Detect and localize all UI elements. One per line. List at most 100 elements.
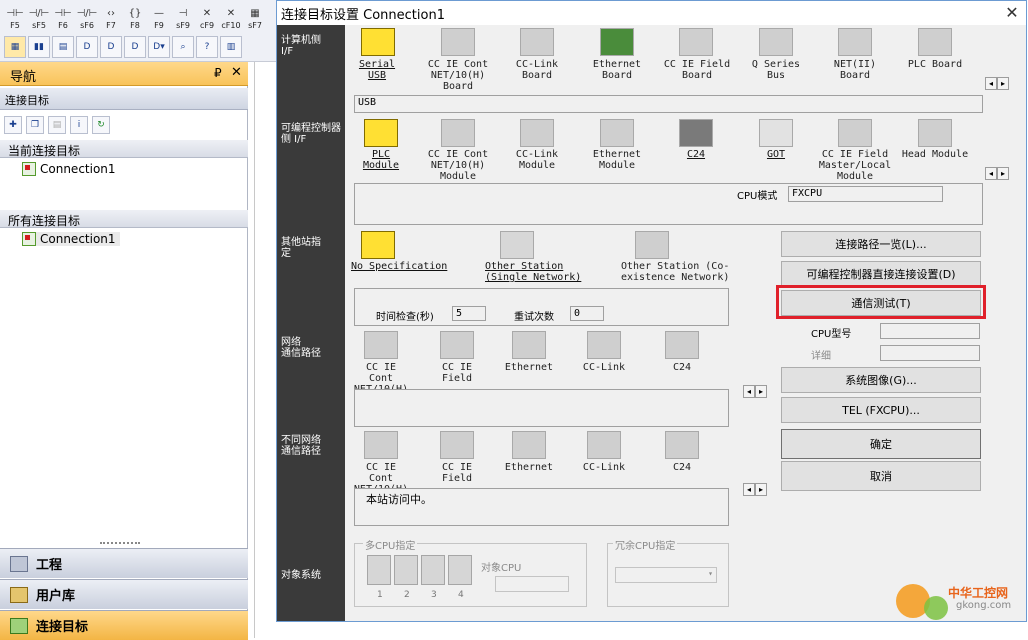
comm-test-button[interactable]: 通信测试(T): [781, 290, 981, 316]
fkey-cf10-button[interactable]: ✕ cF10: [220, 4, 242, 30]
scroll-right-icon[interactable]: ▸: [755, 483, 767, 496]
module-icon[interactable]: ▮▮: [28, 36, 50, 58]
ethernet-module-label[interactable]: Ethernet Module: [585, 149, 649, 171]
close-icon[interactable]: ✕: [231, 65, 242, 80]
network-route-item-label-3[interactable]: Ethernet: [500, 362, 558, 373]
fkey-sf9-button[interactable]: ⊣ sF9: [172, 4, 194, 30]
fkey-f5-button[interactable]: ⊣⊢ F5: [4, 4, 26, 30]
cpu-slot-2[interactable]: [394, 555, 418, 585]
net-ii-board-icon[interactable]: [838, 28, 872, 56]
pc-if-scroll-arrows[interactable]: ◂ ▸: [985, 77, 1009, 90]
cc-link-module-icon[interactable]: [520, 119, 554, 147]
serial-usb-icon[interactable]: [361, 28, 395, 56]
cc-link-module-label[interactable]: CC-Link Module: [505, 149, 569, 171]
ethernet-board-icon[interactable]: [600, 28, 634, 56]
fkey-f7-button[interactable]: ‹› F7: [100, 4, 122, 30]
no-specification-label[interactable]: No Specification: [351, 261, 451, 272]
fkey-f6-button[interactable]: ⊣⊢ F6: [52, 4, 74, 30]
ok-button[interactable]: 确定: [781, 429, 981, 459]
serial-usb-label[interactable]: Serial USB: [347, 59, 407, 81]
plc-module-label[interactable]: PLC Module: [353, 149, 409, 171]
plc-module-icon[interactable]: [364, 119, 398, 147]
cc-ie-field-board-icon[interactable]: [679, 28, 713, 56]
cc-ie-field-master-label[interactable]: CC IE Field Master/Local Module: [815, 149, 895, 182]
got-label[interactable]: GOT: [753, 149, 799, 160]
settings-icon[interactable]: ▥: [220, 36, 242, 58]
cc-ie-cont-board-label[interactable]: CC IE Cont NET/10(H) Board: [423, 59, 493, 92]
other-station-coexist-label[interactable]: Other Station (Co-existence Network): [621, 261, 755, 283]
device-icon-1[interactable]: D: [76, 36, 98, 58]
network-route-item-icon-2[interactable]: [440, 331, 474, 359]
network-route-item-label-4[interactable]: CC-Link: [575, 362, 633, 373]
diff-network-item-label-4[interactable]: CC-Link: [575, 462, 633, 473]
scroll-left-icon[interactable]: ◂: [985, 77, 997, 90]
find-icon[interactable]: ⌕: [172, 36, 194, 58]
fkey-sf6-button[interactable]: ⊣/⊢ sF6: [76, 4, 98, 30]
cc-ie-field-master-icon[interactable]: [838, 119, 872, 147]
plc-if-scroll-arrows[interactable]: ◂ ▸: [985, 167, 1009, 180]
other-station-single-icon[interactable]: [500, 231, 534, 259]
diff-network-item-label-2[interactable]: CC IE Field: [428, 462, 486, 484]
refresh-icon[interactable]: ↻: [92, 116, 110, 134]
cpu-mode-field[interactable]: FXCPU: [788, 186, 943, 202]
cc-ie-field-board-label[interactable]: CC IE Field Board: [661, 59, 733, 81]
cc-link-board-label[interactable]: CC-Link Board: [505, 59, 569, 81]
diff-network-scroll-arrows[interactable]: ◂ ▸: [743, 483, 767, 496]
diff-network-item-icon-3[interactable]: [512, 431, 546, 459]
direct-connection-button[interactable]: 可编程控制器直接连接设置(D): [781, 261, 981, 287]
pc-if-detail-field[interactable]: USB: [354, 95, 983, 113]
help-icon[interactable]: ?: [196, 36, 218, 58]
cpu-slot-1[interactable]: [367, 555, 391, 585]
diff-network-item-label-3[interactable]: Ethernet: [500, 462, 558, 473]
info-icon[interactable]: i: [70, 116, 88, 134]
pin-icon[interactable]: ₽: [214, 66, 222, 80]
cc-ie-cont-board-icon[interactable]: [441, 28, 475, 56]
scroll-right-icon[interactable]: ▸: [997, 167, 1009, 180]
fkey-f8-button[interactable]: {} F8: [124, 4, 146, 30]
fkey-cf9-button[interactable]: ✕ cF9: [196, 4, 218, 30]
diff-network-item-label-5[interactable]: C24: [653, 462, 711, 473]
retry-count-field[interactable]: 0: [570, 306, 604, 321]
network-route-item-icon-4[interactable]: [587, 331, 621, 359]
c24-icon[interactable]: [679, 119, 713, 147]
cpu-slot-3[interactable]: [421, 555, 445, 585]
diff-network-item-icon-4[interactable]: [587, 431, 621, 459]
all-connection-item[interactable]: Connection1: [22, 232, 120, 246]
scroll-left-icon[interactable]: ◂: [743, 385, 755, 398]
device-icon-3[interactable]: D: [124, 36, 146, 58]
ethernet-board-label[interactable]: Ethernet Board: [585, 59, 649, 81]
new-connection-icon[interactable]: ✚: [4, 116, 22, 134]
monitor-icon[interactable]: ▤: [52, 36, 74, 58]
diff-network-item-icon-5[interactable]: [665, 431, 699, 459]
no-specification-icon[interactable]: [361, 231, 395, 259]
cancel-button[interactable]: 取消: [781, 461, 981, 491]
tel-button[interactable]: TEL (FXCPU)...: [781, 397, 981, 423]
system-image-button[interactable]: 系统图像(G)...: [781, 367, 981, 393]
plc-board-icon[interactable]: [918, 28, 952, 56]
tab-project[interactable]: 工程: [0, 548, 248, 578]
network-route-scroll-arrows[interactable]: ◂ ▸: [743, 385, 767, 398]
fkey-sf5-button[interactable]: ⊣/⊢ sF5: [28, 4, 50, 30]
network-route-item-label-5[interactable]: C24: [653, 362, 711, 373]
other-station-coexist-icon[interactable]: [635, 231, 669, 259]
network-route-item-icon-1[interactable]: [364, 331, 398, 359]
fkey-sf7-button[interactable]: ▦ sF7: [244, 4, 266, 30]
scroll-left-icon[interactable]: ◂: [985, 167, 997, 180]
device-batch-icon[interactable]: D▾: [148, 36, 170, 58]
head-module-label[interactable]: Head Module: [897, 149, 973, 160]
cc-ie-cont-module-icon[interactable]: [441, 119, 475, 147]
tab-user-library[interactable]: 用户库: [0, 579, 248, 609]
ethernet-module-icon[interactable]: [600, 119, 634, 147]
splitter-handle[interactable]: [100, 542, 140, 546]
head-module-icon[interactable]: [918, 119, 952, 147]
diff-network-item-icon-1[interactable]: [364, 431, 398, 459]
paste-icon[interactable]: ▤: [48, 116, 66, 134]
scroll-right-icon[interactable]: ▸: [997, 77, 1009, 90]
diff-network-item-icon-2[interactable]: [440, 431, 474, 459]
net-ii-board-label[interactable]: NET(II) Board: [825, 59, 885, 81]
dialog-close-icon[interactable]: ✕: [1002, 3, 1022, 23]
time-check-field[interactable]: 5: [452, 306, 486, 321]
got-icon[interactable]: [759, 119, 793, 147]
scroll-right-icon[interactable]: ▸: [755, 385, 767, 398]
copy-icon[interactable]: ❐: [26, 116, 44, 134]
